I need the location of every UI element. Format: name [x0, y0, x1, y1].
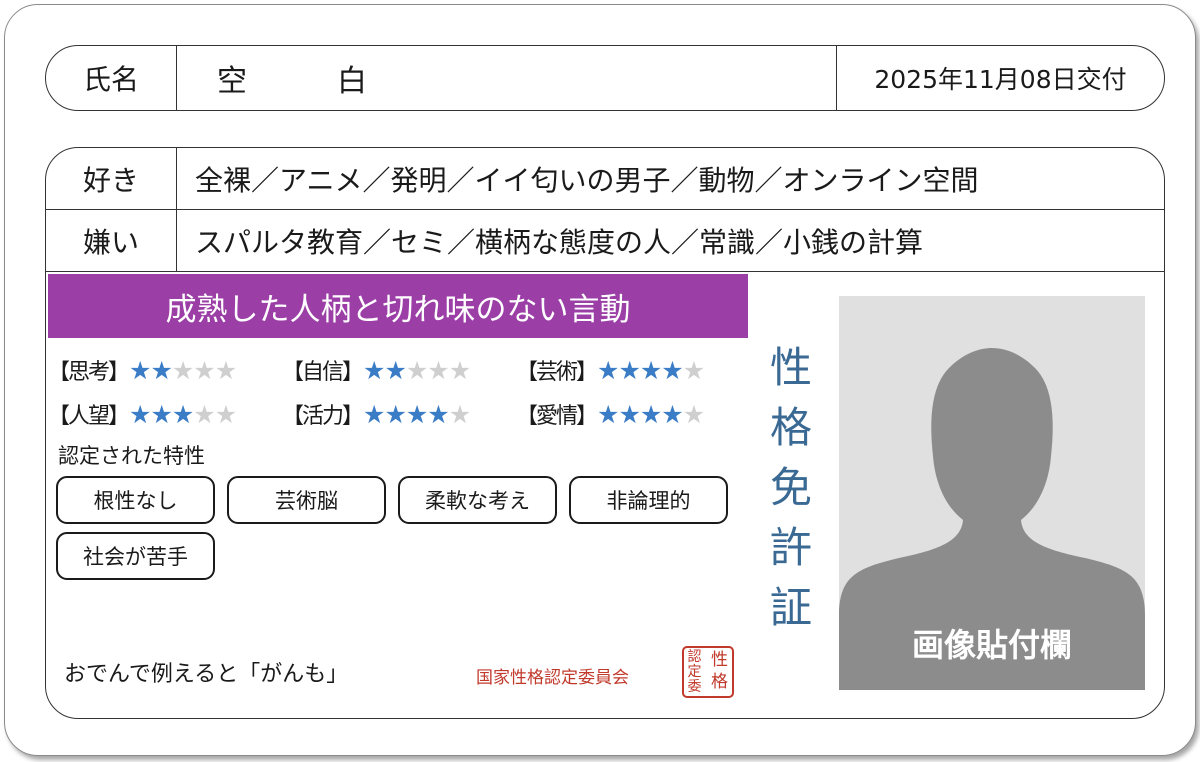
star-empty-icon: ★ — [682, 399, 705, 429]
star-filled-icon: ★ — [597, 355, 619, 385]
stat-item: 【愛情】 ★★★★★ — [516, 398, 750, 430]
stat-label: 【思考】 — [48, 360, 130, 385]
dislikes-value: スパルタ教育／セミ／横柄な態度の人／常識／小銭の計算 — [195, 225, 924, 259]
star-rating: ★★★★★ — [363, 399, 471, 429]
name-value: 空白 — [217, 64, 457, 99]
license-title-char: 格 — [769, 403, 812, 452]
license-title-char: 証 — [769, 583, 812, 632]
personality-license-card: 氏名 空白 2025年11月08日交付 好き 全裸／アニメ／発明／イイ匂いの男子… — [4, 4, 1196, 756]
star-filled-icon: ★ — [597, 399, 619, 429]
name-label: 氏名 — [46, 46, 177, 110]
traits-list: 根性なし 芸術脳 柔軟な考え 非論理的 社会が苦手 — [56, 476, 756, 580]
trait-badge: 非論理的 — [569, 476, 728, 524]
trait-badge: 社会が苦手 — [56, 532, 215, 580]
license-title: 性 格 免 許 証 — [761, 338, 821, 638]
star-filled-icon: ★ — [384, 355, 406, 385]
seal-char: 認 — [687, 649, 702, 665]
photo-label: 画像貼付欄 — [911, 626, 1072, 664]
oden-text: おでんで例えると「がんも」 — [64, 662, 349, 687]
main-panel: 好き 全裸／アニメ／発明／イイ匂いの男子／動物／オンライン空間 嫌い スパルタ教… — [45, 147, 1165, 719]
photo-placeholder: 画像貼付欄 — [839, 296, 1145, 690]
name-row: 氏名 空白 2025年11月08日交付 — [45, 45, 1165, 111]
traits-title: 認定された特性 — [58, 444, 205, 468]
star-empty-icon: ★ — [193, 399, 215, 429]
stat-item: 【自信】 ★★★★★ — [282, 354, 516, 386]
star-filled-icon: ★ — [171, 399, 194, 429]
trait-badge: 芸術脳 — [227, 476, 386, 524]
stats-grid: 【思考】 ★★★★★ 【自信】 ★★★★★ 【芸術】 ★★★★★ 【人望】 ★★… — [48, 348, 758, 436]
star-rating: ★★★★★ — [597, 399, 705, 429]
likes-value: 全裸／アニメ／発明／イイ匂いの男子／動物／オンライン空間 — [195, 163, 979, 197]
personality-banner: 成熟した人柄と切れ味のない言動 — [48, 274, 748, 338]
star-empty-icon: ★ — [682, 355, 705, 385]
dislikes-row: 嫌い スパルタ教育／セミ／横柄な態度の人／常識／小銭の計算 — [46, 210, 1164, 272]
star-empty-icon: ★ — [193, 355, 215, 385]
license-title-char: 許 — [769, 523, 812, 572]
star-empty-icon: ★ — [214, 399, 237, 429]
license-title-char: 免 — [769, 463, 812, 512]
star-empty-icon: ★ — [405, 355, 428, 385]
star-filled-icon: ★ — [384, 399, 406, 429]
star-rating: ★★★★★ — [129, 399, 237, 429]
stat-label: 【愛情】 — [516, 404, 598, 429]
star-filled-icon: ★ — [618, 355, 640, 385]
star-filled-icon: ★ — [363, 399, 385, 429]
seal-stamp: 認 性 定 格 委 — [682, 646, 734, 698]
stat-label: 【自信】 — [282, 360, 364, 385]
seal-char: 格 — [711, 672, 728, 692]
stat-item: 【人望】 ★★★★★ — [48, 398, 282, 430]
committee-name: 国家性格認定委員会 — [476, 668, 629, 688]
trait-badge: 柔軟な考え — [398, 476, 557, 524]
license-title-char: 性 — [769, 343, 812, 392]
stats-row: 【思考】 ★★★★★ 【自信】 ★★★★★ 【芸術】 ★★★★★ — [48, 348, 758, 392]
stat-item: 【思考】 ★★★★★ — [48, 354, 282, 386]
stats-row: 【人望】 ★★★★★ 【活力】 ★★★★★ 【愛情】 ★★★★★ — [48, 392, 758, 436]
star-filled-icon: ★ — [427, 399, 449, 429]
star-empty-icon: ★ — [171, 355, 194, 385]
star-rating: ★★★★★ — [363, 355, 471, 385]
star-filled-icon: ★ — [129, 355, 151, 385]
dislikes-label: 嫌い — [46, 210, 177, 271]
likes-row: 好き 全裸／アニメ／発明／イイ匂いの男子／動物／オンライン空間 — [46, 148, 1164, 210]
star-filled-icon: ★ — [129, 399, 151, 429]
star-filled-icon: ★ — [150, 399, 172, 429]
star-rating: ★★★★★ — [129, 355, 237, 385]
star-empty-icon: ★ — [448, 355, 471, 385]
star-empty-icon: ★ — [448, 399, 471, 429]
star-filled-icon: ★ — [639, 399, 662, 429]
seal-char: 定 — [687, 664, 702, 680]
star-filled-icon: ★ — [661, 399, 683, 429]
star-filled-icon: ★ — [618, 399, 640, 429]
star-filled-icon: ★ — [363, 355, 385, 385]
stat-label: 【活力】 — [282, 404, 364, 429]
issue-date: 2025年11月08日交付 — [836, 46, 1164, 110]
star-filled-icon: ★ — [150, 355, 172, 385]
star-filled-icon: ★ — [661, 355, 683, 385]
star-filled-icon: ★ — [639, 355, 662, 385]
stat-item: 【活力】 ★★★★★ — [282, 398, 516, 430]
star-filled-icon: ★ — [405, 399, 428, 429]
stat-label: 【芸術】 — [516, 360, 598, 385]
star-empty-icon: ★ — [214, 355, 237, 385]
seal-char: 委 — [687, 679, 702, 695]
stat-item: 【芸術】 ★★★★★ — [516, 354, 750, 386]
trait-badge: 根性なし — [56, 476, 215, 524]
star-empty-icon: ★ — [427, 355, 449, 385]
stat-label: 【人望】 — [48, 404, 130, 429]
seal-char: 性 — [711, 650, 728, 670]
likes-label: 好き — [46, 148, 177, 209]
star-rating: ★★★★★ — [597, 355, 705, 385]
